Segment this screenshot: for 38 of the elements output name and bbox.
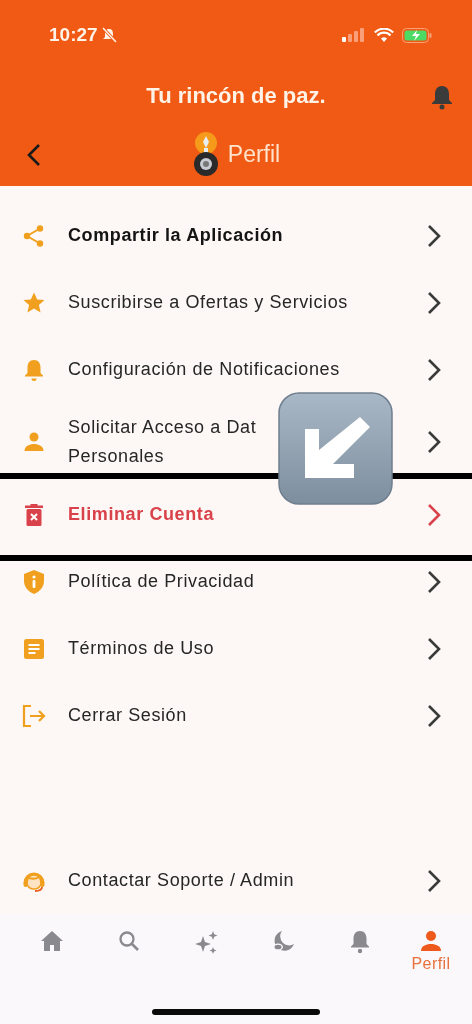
bell-icon bbox=[22, 357, 46, 382]
logo-icon bbox=[191, 131, 220, 177]
menu-item[interactable]: Compartir la Aplicación bbox=[0, 202, 472, 269]
share-icon bbox=[22, 223, 46, 248]
logout-icon bbox=[21, 703, 47, 728]
shield-info-icon bbox=[22, 568, 46, 595]
trash-icon bbox=[22, 502, 46, 527]
menu-item[interactable]: Solicitar Acceso a Dat Personales bbox=[0, 403, 472, 481]
chevron-icon bbox=[426, 429, 442, 455]
search-icon bbox=[118, 930, 141, 952]
screen-title: Perfil bbox=[227, 140, 281, 168]
menu-item[interactable]: Suscribirse a Ofertas y Servicios bbox=[0, 269, 472, 336]
chevron-icon bbox=[426, 635, 442, 662]
menu-item[interactable]: Términos de Uso bbox=[0, 615, 472, 682]
menu-item[interactable]: Configuración de Notificaciones bbox=[0, 336, 472, 403]
document-icon bbox=[22, 636, 46, 661]
menu-item[interactable]: Política de Privacidad bbox=[0, 548, 472, 615]
chevron-icon bbox=[426, 702, 442, 729]
chevron-icon bbox=[426, 356, 442, 383]
person-icon bbox=[419, 930, 443, 952]
menu-item[interactable]: Contactar Soporte / Admin bbox=[0, 847, 472, 914]
menu-item[interactable]: Cerrar Sesión bbox=[0, 682, 472, 749]
arrow-tile-icon bbox=[278, 392, 393, 505]
chevron-icon bbox=[426, 867, 442, 894]
home-icon bbox=[40, 930, 65, 952]
app-title: Tu rincón de paz. bbox=[146, 83, 326, 109]
chevron-icon bbox=[426, 222, 442, 249]
signal-icon bbox=[342, 28, 364, 42]
bell-icon[interactable] bbox=[430, 84, 454, 110]
chevron-icon bbox=[426, 289, 442, 316]
bell-slash-icon bbox=[100, 27, 117, 43]
status-time: 10:27 bbox=[49, 24, 98, 46]
wifi-icon bbox=[374, 27, 394, 43]
chevron-icon bbox=[426, 568, 442, 595]
chevron-icon bbox=[426, 501, 442, 528]
bell-icon bbox=[348, 930, 371, 954]
battery-charging-icon bbox=[402, 27, 432, 43]
person-icon bbox=[22, 430, 46, 454]
